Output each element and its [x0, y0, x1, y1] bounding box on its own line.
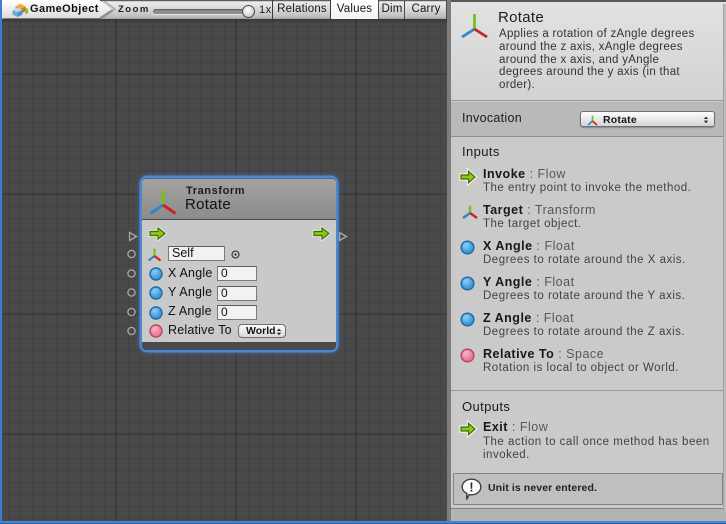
svg-text:!: !: [469, 481, 473, 495]
